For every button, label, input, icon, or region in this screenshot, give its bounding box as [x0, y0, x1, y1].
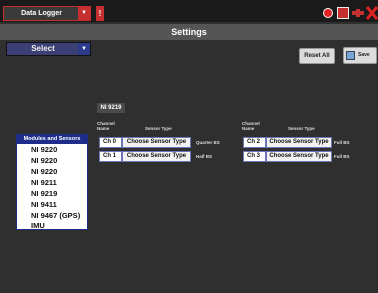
- reset-all-button[interactable]: Reset All: [299, 48, 335, 64]
- channel-header-line2: Name: [242, 126, 255, 131]
- module-item-ni9219[interactable]: NI 9219: [31, 189, 87, 199]
- record-icon[interactable]: [323, 8, 333, 18]
- sensor-column-header-right: Sensor Type: [288, 126, 315, 131]
- bridge-label-ch1: Half BS: [196, 154, 213, 159]
- refresh-icon[interactable]: [337, 7, 349, 19]
- sensor-type-ch0[interactable]: Choose Sensor Type: [122, 137, 191, 148]
- caret-down-icon: ▼: [78, 43, 90, 55]
- module-item-ni9220-1[interactable]: NI 9220: [31, 145, 87, 155]
- save-label: Save: [358, 52, 370, 58]
- sensor-type-ch2[interactable]: Choose Sensor Type: [266, 137, 332, 148]
- caret-down-icon: ▼: [78, 7, 90, 20]
- channel-name-ch2[interactable]: Ch 2: [243, 137, 266, 148]
- channel-column-header: Channel Name: [97, 121, 115, 131]
- page-title: Settings: [171, 27, 207, 37]
- settings-header: Settings: [0, 24, 378, 40]
- app-selector-dropdown[interactable]: Data Logger ▼: [3, 6, 91, 21]
- sensor-type-ch1[interactable]: Choose Sensor Type: [122, 151, 191, 162]
- module-item-ni9220-2[interactable]: NI 9220: [31, 156, 87, 166]
- module-item-imu[interactable]: IMU: [31, 221, 87, 231]
- channel-name-ch0[interactable]: Ch 0: [99, 137, 122, 148]
- select-dropdown[interactable]: Select ▼: [6, 42, 91, 56]
- bridge-label-ch0: Quarter BS: [196, 140, 220, 145]
- channel-header-line2: Name: [97, 126, 110, 131]
- module-item-ni9220-3[interactable]: NI 9220: [31, 167, 87, 177]
- link-icon[interactable]: [352, 8, 364, 18]
- app-selector-label: Data Logger: [21, 10, 62, 17]
- channel-name-ch3[interactable]: Ch 3: [243, 151, 266, 162]
- modules-panel-header: Modules and Sensors: [17, 135, 87, 144]
- save-icon: [346, 51, 355, 60]
- modules-sensors-panel: Modules and Sensors NI 9220 NI 9220 NI 9…: [16, 134, 88, 230]
- module-item-ni9211[interactable]: NI 9211: [31, 178, 87, 188]
- close-icon[interactable]: [366, 6, 378, 20]
- save-button[interactable]: Save: [343, 47, 377, 64]
- select-label: Select: [31, 44, 55, 53]
- module-item-ni9411[interactable]: NI 9411: [31, 200, 87, 210]
- bridge-label-ch2: Full BS: [334, 140, 350, 145]
- module-item-ni9467[interactable]: NI 9467 (GPS): [31, 211, 87, 221]
- module-name-label: NI 9219: [97, 103, 125, 113]
- sensor-type-ch3[interactable]: Choose Sensor Type: [266, 151, 332, 162]
- bridge-label-ch3: Full BS: [334, 154, 350, 159]
- sensor-column-header: Sensor Type: [145, 126, 172, 131]
- channel-name-ch1[interactable]: Ch 1: [99, 151, 122, 162]
- channel-column-header-right: Channel Name: [242, 121, 260, 131]
- alert-icon[interactable]: !: [96, 6, 104, 21]
